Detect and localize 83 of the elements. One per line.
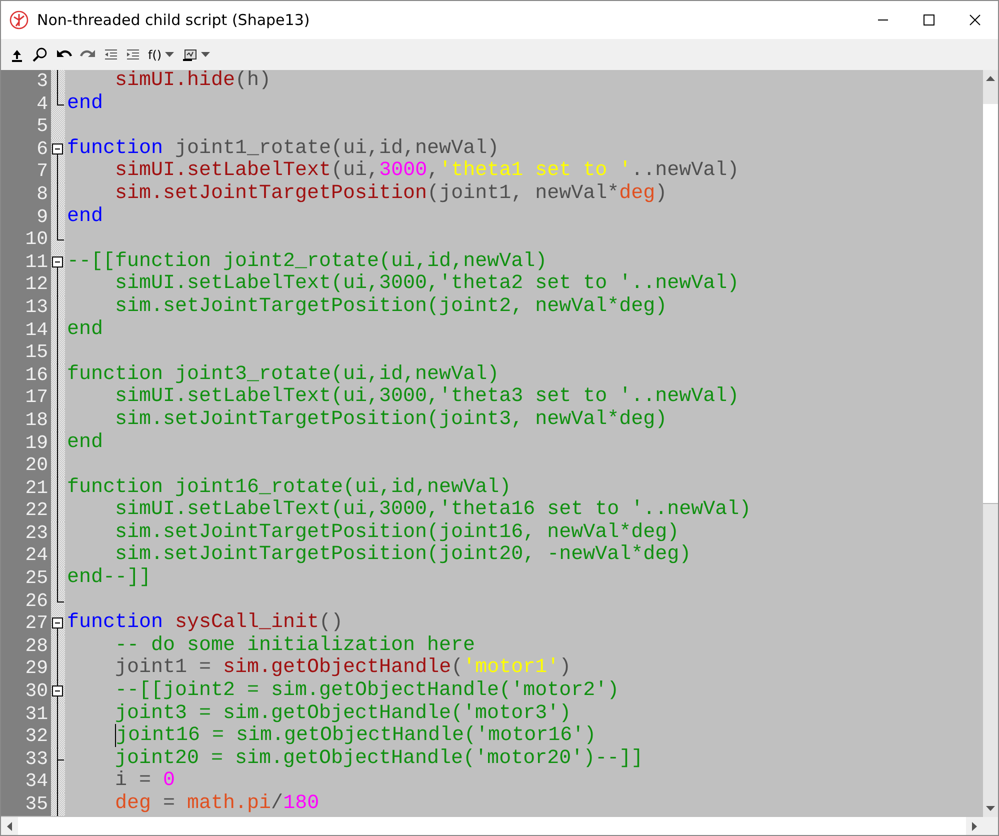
code-line: -- do some initialization here	[115, 634, 476, 657]
function-menu-button[interactable]: f()	[147, 44, 175, 64]
code-line: function joint1_rotate(ui,id,newVal)	[67, 136, 500, 160]
chart-window-icon	[182, 48, 198, 62]
line-number: 13	[1, 296, 51, 319]
code-line: simUI.setLabelText(ui,3000,'theta2 set to '..newVal)	[115, 272, 740, 296]
code-line: sim.setJointTargetPosition(joint16, newVal*deg)	[115, 520, 680, 544]
line-number: 9	[1, 206, 51, 228]
line-number: 20	[1, 454, 51, 477]
code-line: end	[67, 318, 104, 341]
caret-icon	[164, 52, 174, 58]
code-line: sim.setJointTargetPosition(joint1, newVal*deg)	[115, 182, 668, 205]
line-number: 27	[1, 612, 51, 635]
line-number: 14	[1, 318, 51, 342]
line-number: 25	[1, 567, 51, 590]
code-line: function joint16_rotate(ui,id,newVal)	[67, 476, 512, 499]
code-line: sim.setJointTargetPosition(joint20, -newVal*deg)	[115, 543, 692, 566]
line-number: 22	[1, 499, 51, 522]
code-line: end	[67, 92, 104, 115]
line-number: 19	[1, 432, 51, 454]
caret-icon	[200, 52, 210, 58]
line-number: 10	[1, 228, 51, 251]
line-number: 33	[1, 748, 51, 770]
scrollbar-thumb[interactable]	[18, 817, 966, 835]
right-arrow-icon	[972, 822, 977, 830]
line-number: 34	[1, 770, 51, 793]
code-line: simUI.hide(h)	[115, 70, 272, 92]
window-title: Non-threaded child script (Shape13)	[37, 10, 311, 31]
close-icon	[969, 14, 981, 26]
line-number: 5	[1, 115, 51, 138]
line-number: 26	[1, 590, 51, 612]
down-arrow-icon	[986, 806, 995, 811]
code-line: simUI.setLabelText(ui,3000,'theta1 set to '..newVal)	[115, 159, 740, 182]
search-icon	[32, 46, 48, 62]
code-line: sim.setJointTargetPosition(joint3, newVal*deg)	[115, 408, 668, 431]
scrollbar-thumb[interactable]	[983, 104, 998, 504]
code-line: --[[function joint2_rotate(ui,id,newVal)	[67, 250, 548, 273]
code-line: function joint3_rotate(ui,id,newVal)	[67, 362, 500, 386]
line-number: 21	[1, 476, 51, 500]
line-number: 23	[1, 522, 51, 544]
line-number: 6	[1, 138, 51, 160]
upload-icon	[10, 48, 24, 62]
line-number: 30	[1, 680, 51, 703]
line-number: 15	[1, 341, 51, 364]
line-number: 32	[1, 725, 51, 748]
indent-button[interactable]	[125, 46, 141, 62]
code-line: end	[67, 204, 104, 228]
line-number: 28	[1, 634, 51, 658]
code-line: joint3 = sim.getObjectHandle('motor3')	[115, 702, 572, 725]
line-number: 18	[1, 408, 51, 432]
unindent-button[interactable]	[103, 46, 119, 62]
line-number: 8	[1, 182, 51, 206]
up-arrow-icon	[986, 76, 995, 81]
line-number: 12	[1, 273, 51, 296]
maximize-icon	[923, 14, 935, 26]
code-line: deg = math.pi/180	[115, 792, 320, 815]
line-number: 31	[1, 702, 51, 726]
line-number: 11	[1, 250, 51, 274]
code-line: joint16 = sim.getObjectHandle('motor16')	[115, 724, 596, 748]
line-number: 24	[1, 544, 51, 568]
code-line: joint1 = sim.getObjectHandle('motor1')	[115, 656, 572, 680]
script-menu-button[interactable]	[180, 46, 211, 62]
left-arrow-icon	[7, 822, 12, 830]
line-number: 29	[1, 657, 51, 680]
app-logo-icon	[9, 10, 29, 30]
code-line: sim.setJointTargetPosition(joint2, newVal*deg)	[115, 294, 668, 318]
code-line: --[[joint2 = sim.getObjectHandle('motor2')	[115, 679, 620, 702]
code-line: end	[67, 430, 104, 454]
line-number: 7	[1, 160, 51, 183]
code-line: function sysCall_init()	[67, 611, 344, 634]
code-line: i = 0	[115, 769, 176, 792]
line-number: 17	[1, 386, 51, 409]
line-number: 35	[1, 793, 51, 816]
line-number: 4	[1, 92, 51, 116]
indent-icon	[126, 48, 140, 62]
code-line: simUI.setLabelText(ui,3000,'theta3 set to '..newVal)	[115, 385, 740, 408]
code-line: end--]]	[67, 566, 152, 590]
code-line: simUI.setLabelText(ui,3000,'theta16 set to '..newVal)	[115, 498, 752, 522]
search-button[interactable]	[31, 46, 49, 64]
line-number: 3	[1, 70, 51, 93]
code-line: joint20 = sim.getObjectHandle('motor20')--]]	[115, 746, 644, 770]
unindent-icon	[104, 48, 118, 62]
line-number: 16	[1, 364, 51, 386]
